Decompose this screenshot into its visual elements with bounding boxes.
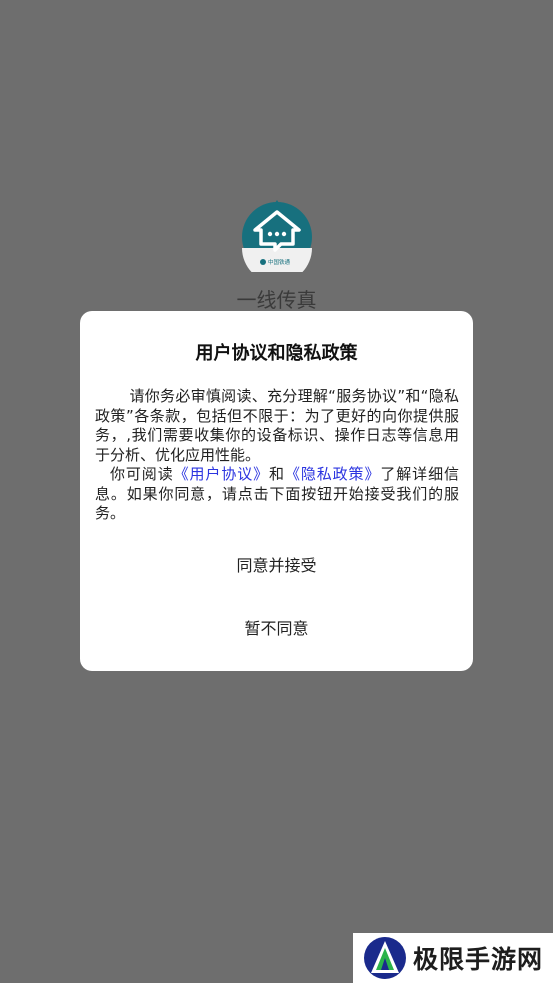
watermark-logo-icon [364,937,406,979]
dialog-paragraph-2: 你可阅读《用户协议》和《隐私政策》了解详细信息。如果你同意，请点击下面按钮开始接… [95,465,459,524]
app-logo-icon: 中国铁通 [242,200,312,272]
disagree-button[interactable]: 暂不同意 [80,614,473,644]
watermark-text: 极限手游网 [413,945,544,974]
user-agreement-link[interactable]: 《用户协议》 [174,465,269,483]
logo-caption: 中国铁通 [268,258,291,266]
app-name: 一线传真 [236,288,317,312]
paragraph-2-prefix: 你可阅读 [110,465,174,483]
dialog-title: 用户协议和隐私政策 [195,343,358,364]
privacy-dialog: 用户协议和隐私政策 请你务必审慎阅读、充分理解“服务协议”和“隐私政策”各条款，… [80,311,473,671]
dialog-body: 请你务必审慎阅读、充分理解“服务协议”和“隐私政策”各条款，包括但不限于：为了更… [95,387,459,524]
paragraph-2-and: 和 [269,465,285,483]
dialog-paragraph-1: 请你务必审慎阅读、充分理解“服务协议”和“隐私政策”各条款，包括但不限于：为了更… [95,387,459,464]
privacy-policy-link[interactable]: 《隐私政策》 [285,465,380,483]
agree-button[interactable]: 同意并接受 [80,551,473,581]
watermark: 极限手游网 [353,933,553,983]
